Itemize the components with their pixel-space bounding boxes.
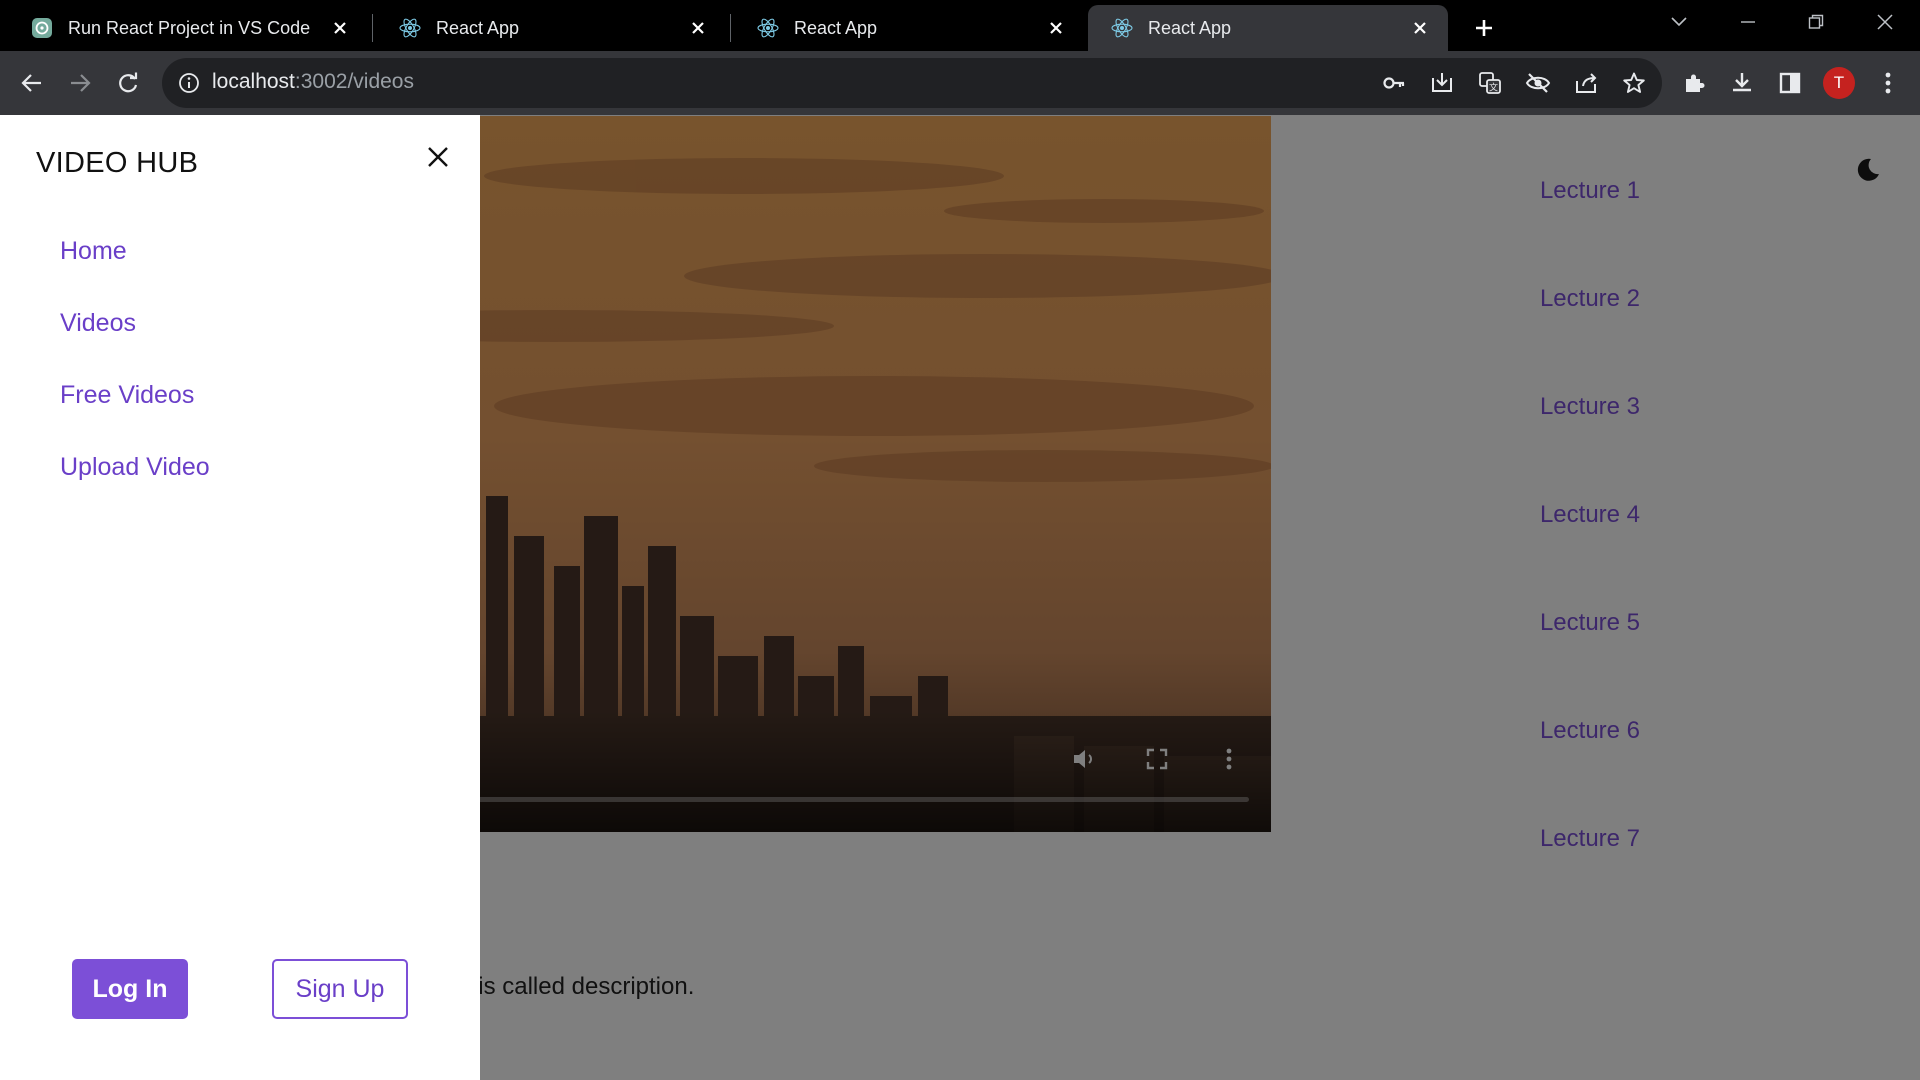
tab-separator (372, 14, 373, 42)
nav-item-videos[interactable]: Videos (60, 309, 136, 338)
url-text[interactable]: localhost:3002/videos (212, 70, 414, 94)
browser-toolbar: localhost:3002/videos 文 T (0, 51, 1920, 115)
tab-search-chevron-down-icon[interactable] (1646, 0, 1712, 44)
restore-icon[interactable] (1783, 0, 1849, 44)
tab-react-app-2[interactable]: React App (734, 5, 1084, 51)
share-icon[interactable] (1572, 69, 1600, 97)
translate-icon[interactable]: 文 (1476, 69, 1504, 97)
site-info-icon[interactable] (176, 70, 202, 96)
close-tab-icon[interactable] (1406, 14, 1434, 42)
close-window-icon[interactable] (1852, 0, 1918, 44)
chatgpt-icon (30, 16, 54, 40)
reload-icon[interactable] (110, 65, 146, 101)
tab-title: React App (794, 17, 878, 38)
tab-strip: Run React Project in VS Code React App R… (0, 0, 1920, 51)
side-panel-icon[interactable] (1772, 65, 1808, 101)
signup-button[interactable]: Sign Up (272, 959, 408, 1019)
app-brand: VIDEO HUB (36, 147, 199, 179)
install-app-icon[interactable] (1428, 69, 1456, 97)
more-options-icon[interactable] (1870, 65, 1906, 101)
nav-item-home[interactable]: Home (60, 237, 127, 266)
url-host: localhost (212, 70, 295, 93)
bookmark-star-icon[interactable] (1620, 69, 1648, 97)
address-bar[interactable]: localhost:3002/videos 文 (162, 58, 1662, 108)
nav-item-free-videos[interactable]: Free Videos (60, 381, 194, 410)
tab-react-app-active[interactable]: React App (1088, 5, 1448, 51)
close-tab-icon[interactable] (684, 14, 712, 42)
url-path: :3002/videos (294, 70, 414, 93)
tab-title: Run React Project in VS Code (68, 17, 311, 38)
tab-title: React App (1148, 17, 1232, 38)
close-tab-icon[interactable] (1042, 14, 1070, 42)
extensions-puzzle-icon[interactable] (1676, 65, 1712, 101)
login-button[interactable]: Log In (72, 959, 188, 1019)
forward-arrow-icon[interactable] (62, 65, 98, 101)
key-icon[interactable] (1380, 69, 1408, 97)
eye-off-icon[interactable] (1524, 69, 1552, 97)
svg-text:文: 文 (1489, 82, 1498, 94)
profile-avatar[interactable]: T (1823, 67, 1855, 99)
react-icon (756, 16, 780, 40)
page-viewport: Lecture 1 Lecture 2 Lecture 3 Lecture 4 … (0, 115, 1920, 1080)
close-tab-icon[interactable] (326, 14, 354, 42)
close-icon[interactable] (420, 139, 456, 175)
nav-item-upload-video[interactable]: Upload Video (60, 453, 210, 482)
downloads-icon[interactable] (1724, 65, 1760, 101)
tab-title: React App (436, 17, 520, 38)
react-icon (1110, 16, 1134, 40)
nav-drawer: VIDEO HUB Home Videos Free Videos Upload… (0, 115, 480, 1080)
new-tab-button[interactable] (1466, 10, 1502, 46)
minimize-icon[interactable] (1715, 0, 1781, 44)
tab-react-app-1[interactable]: React App (376, 5, 726, 51)
tab-separator (730, 14, 731, 42)
back-arrow-icon[interactable] (14, 65, 50, 101)
tab-run-react-project[interactable]: Run React Project in VS Code (8, 5, 368, 51)
react-icon (398, 16, 422, 40)
